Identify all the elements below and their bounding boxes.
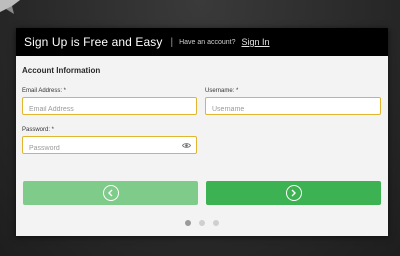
pagination-dot[interactable] [185, 220, 191, 226]
username-field[interactable] [206, 101, 380, 118]
corner-ribbon-icon [0, 0, 20, 14]
have-account-text: Have an account? [179, 38, 236, 46]
next-button[interactable] [206, 181, 381, 205]
pagination-dot[interactable] [199, 220, 205, 226]
previous-button[interactable] [23, 181, 198, 205]
header-separator: | [170, 36, 174, 48]
section-title: Account Information [22, 66, 101, 75]
pagination-dot[interactable] [213, 220, 219, 226]
signup-panel: Sign Up is Free and Easy | Have an accou… [16, 28, 388, 236]
email-field[interactable] [23, 101, 196, 118]
eye-icon[interactable] [182, 142, 191, 149]
username-label: Username: * [205, 88, 239, 94]
password-field-container [22, 136, 197, 157]
username-field-container [205, 97, 381, 118]
chevron-right-icon [285, 185, 302, 201]
sign-in-link[interactable]: Sign In [242, 37, 270, 47]
form-content: Account Information Email Address: * Use… [16, 56, 388, 236]
password-field[interactable] [23, 140, 196, 157]
password-label: Password: * [22, 127, 55, 133]
chevron-left-icon [102, 185, 119, 201]
header-title: Sign Up is Free and Easy [24, 35, 163, 49]
email-field-container [22, 97, 197, 118]
email-label: Email Address: * [22, 88, 67, 94]
signup-header: Sign Up is Free and Easy | Have an accou… [16, 28, 388, 56]
pagination-dots [16, 220, 388, 226]
